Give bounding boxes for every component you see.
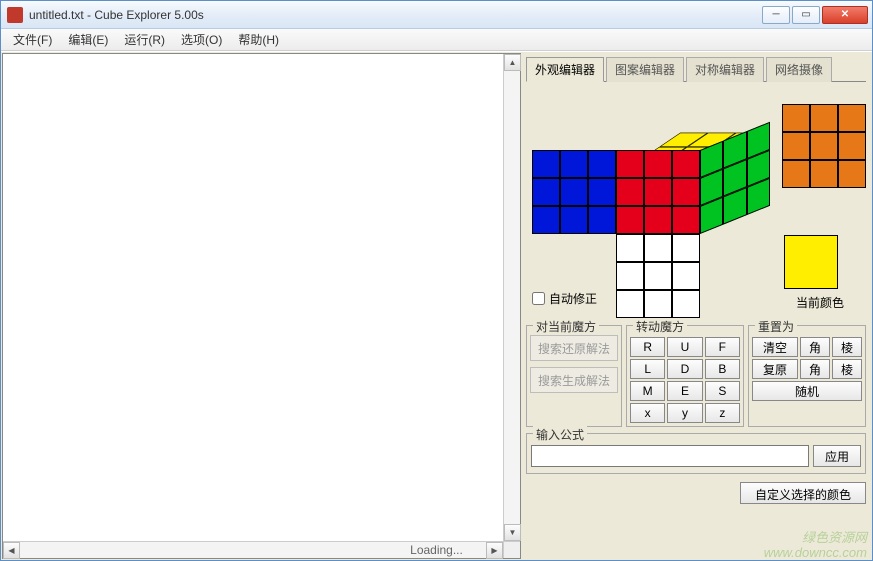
search-restore-button[interactable]: 搜索还原解法 — [530, 335, 618, 361]
autofix-checkbox[interactable]: 自动修正 — [532, 290, 597, 307]
rotate-L-button[interactable]: L — [630, 359, 665, 379]
autofix-input[interactable] — [532, 292, 545, 305]
minimize-button[interactable]: ─ — [762, 6, 790, 24]
maximize-button[interactable]: ▭ — [792, 6, 820, 24]
rotate-M-button[interactable]: M — [630, 381, 665, 401]
tab-webcam[interactable]: 网络摄像 — [766, 57, 832, 82]
restore-button[interactable]: 复原 — [752, 359, 798, 379]
group-title: 对当前魔方 — [533, 318, 599, 335]
cube-3d[interactable] — [616, 88, 786, 248]
rotate-R-button[interactable]: R — [630, 337, 665, 357]
rotate-E-button[interactable]: E — [667, 381, 702, 401]
restore-edge-button[interactable]: 棱 — [832, 359, 862, 379]
text-editor[interactable]: ▲ ▼ ◀ ▶ — [2, 53, 521, 559]
clear-edge-button[interactable]: 棱 — [832, 337, 862, 357]
rotate-x-button[interactable]: x — [630, 403, 665, 423]
rotate-z-button[interactable]: z — [705, 403, 740, 423]
face-back[interactable] — [782, 104, 866, 188]
loading-label: Loading... — [410, 543, 463, 557]
titlebar: untitled.txt - Cube Explorer 5.00s ─ ▭ ✕ — [1, 1, 872, 29]
scroll-corner — [503, 541, 520, 558]
group-title: 转动魔方 — [633, 318, 687, 335]
current-color-swatch[interactable] — [784, 235, 838, 289]
clear-button[interactable]: 清空 — [752, 337, 798, 357]
app-icon — [7, 7, 23, 23]
group-reset: 重置为 清空 角 棱 复原 角 棱 随机 — [748, 325, 866, 427]
vertical-scrollbar[interactable]: ▲ ▼ — [503, 54, 520, 541]
rotate-D-button[interactable]: D — [667, 359, 702, 379]
scroll-up-icon[interactable]: ▲ — [504, 54, 521, 71]
close-button[interactable]: ✕ — [822, 6, 868, 24]
restore-corner-button[interactable]: 角 — [800, 359, 830, 379]
window-title: untitled.txt - Cube Explorer 5.00s — [29, 8, 760, 22]
menu-edit[interactable]: 编辑(E) — [60, 29, 116, 50]
random-button[interactable]: 随机 — [752, 381, 862, 401]
scroll-right-icon[interactable]: ▶ — [486, 542, 503, 559]
group-title: 重置为 — [755, 318, 797, 335]
group-title: 输入公式 — [533, 426, 587, 443]
tab-pattern[interactable]: 图案编辑器 — [606, 57, 684, 82]
editor-tabs: 外观编辑器 图案编辑器 对称编辑器 网络摄像 — [526, 56, 866, 82]
menu-file[interactable]: 文件(F) — [5, 29, 60, 50]
menu-run[interactable]: 运行(R) — [116, 29, 173, 50]
custom-color-button[interactable]: 自定义选择的颜色 — [740, 482, 866, 504]
rotate-F-button[interactable]: F — [705, 337, 740, 357]
scroll-left-icon[interactable]: ◀ — [3, 542, 20, 559]
current-color-label: 当前颜色 — [796, 294, 844, 311]
rotate-S-button[interactable]: S — [705, 381, 740, 401]
face-left[interactable] — [532, 150, 616, 234]
tab-symmetry[interactable]: 对称编辑器 — [686, 57, 764, 82]
rotate-y-button[interactable]: y — [667, 403, 702, 423]
menu-options[interactable]: 选项(O) — [173, 29, 230, 50]
group-rotate: 转动魔方 R U F L D B M E S x y z — [626, 325, 744, 427]
menubar: 文件(F) 编辑(E) 运行(R) 选项(O) 帮助(H) — [1, 29, 872, 51]
scroll-down-icon[interactable]: ▼ — [504, 524, 521, 541]
group-formula: 输入公式 应用 — [526, 433, 866, 474]
side-panel: 外观编辑器 图案编辑器 对称编辑器 网络摄像 — [522, 52, 872, 560]
search-generate-button[interactable]: 搜索生成解法 — [530, 367, 618, 393]
formula-input[interactable] — [531, 445, 809, 467]
rotate-U-button[interactable]: U — [667, 337, 702, 357]
apply-button[interactable]: 应用 — [813, 445, 861, 467]
tab-appearance[interactable]: 外观编辑器 — [526, 57, 604, 82]
clear-corner-button[interactable]: 角 — [800, 337, 830, 357]
cube-editor: 当前颜色 自动修正 — [526, 86, 866, 321]
face-front[interactable] — [616, 150, 700, 234]
rotate-B-button[interactable]: B — [705, 359, 740, 379]
menu-help[interactable]: 帮助(H) — [230, 29, 287, 50]
group-current-cube: 对当前魔方 搜索还原解法 搜索生成解法 — [526, 325, 622, 427]
